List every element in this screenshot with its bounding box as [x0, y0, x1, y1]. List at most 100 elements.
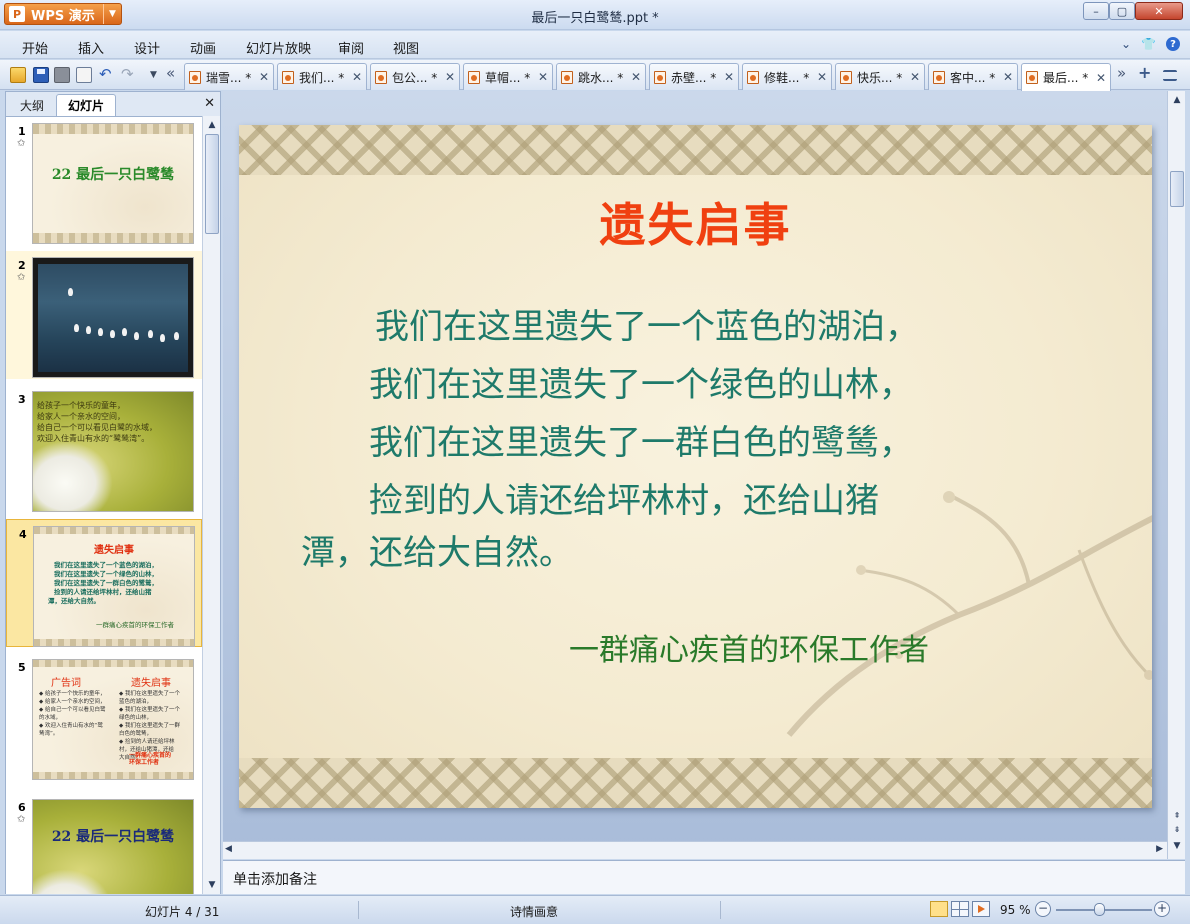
doc-tab-9[interactable]: 客中... * ✕	[928, 63, 1018, 90]
tab-close-icon[interactable]: ✕	[817, 70, 827, 84]
slide-canvas[interactable]: 遗失启事 我们在这里遗失了一个蓝色的湖泊， 我们在这里遗失了一个绿色的山林， 我…	[239, 125, 1152, 808]
slide-panel: 大纲 幻灯片 ✕ 1 ✩ 22 最后一只白鹭鸶 2 ✩ 3 给孩子一个快乐的童年…	[5, 91, 221, 894]
close-button[interactable]: ✕	[1135, 2, 1183, 20]
doc-tab-10-active[interactable]: 最后... * ✕	[1021, 63, 1111, 91]
slide-thumbnail-3[interactable]: 3 给孩子一个快乐的童年， 给家人一个亲水的空间， 给自己一个可以看见白鹭的水域…	[6, 385, 202, 513]
panel-close-icon[interactable]: ✕	[204, 96, 215, 111]
notes-pane[interactable]: 单击添加备注	[223, 860, 1185, 894]
scrollbar-thumb[interactable]	[1170, 171, 1184, 207]
save-icon[interactable]	[33, 67, 49, 83]
print-icon[interactable]	[54, 67, 70, 83]
slide-panel-scrollbar[interactable]: ▲ ▼	[202, 116, 220, 894]
minimize-button[interactable]: –	[1083, 2, 1109, 20]
thumb-right-title: 遗失启事	[131, 678, 171, 689]
tab-close-icon[interactable]: ✕	[259, 70, 269, 84]
zoom-in-button[interactable]: +	[1154, 901, 1170, 917]
slide-number: 2	[18, 259, 26, 272]
scroll-up-icon[interactable]: ▲	[1170, 93, 1184, 107]
menu-insert[interactable]: 插入	[78, 38, 104, 57]
theme-name: 诗情画意	[510, 905, 559, 919]
status-divider	[358, 901, 359, 919]
slide-body-line-4[interactable]: 捡到的人请还给坪林村，还给山猪	[369, 473, 879, 522]
slide-body-line-3[interactable]: 我们在这里遗失了一群白色的鹭鸶，	[369, 415, 913, 464]
slide-heading[interactable]: 遗失启事	[239, 189, 1152, 255]
panel-tab-slides[interactable]: 幻灯片	[56, 94, 116, 116]
tab-close-icon[interactable]: ✕	[538, 70, 548, 84]
egret-photo	[33, 869, 113, 894]
menu-design[interactable]: 设计	[134, 38, 160, 57]
tabs-scroll-left-icon[interactable]: «	[166, 64, 182, 82]
menu-view[interactable]: 视图	[393, 38, 419, 57]
scroll-down-icon[interactable]: ▼	[1170, 841, 1184, 855]
tab-close-icon[interactable]: ✕	[910, 70, 920, 84]
help-icon[interactable]: ?	[1166, 37, 1180, 51]
thumb-left-column: ◆ 给孩子一个快乐的童年， ◆ 给家人一个亲水的空间， ◆ 给自己一个可以看见白…	[39, 691, 106, 737]
menu-right-tools: ⌄ 👕 ?	[1121, 37, 1180, 51]
scroll-right-icon[interactable]: ▶	[1156, 844, 1163, 854]
ppt-file-icon	[654, 70, 666, 84]
new-tab-icon[interactable]: +	[1138, 63, 1154, 82]
print-preview-icon[interactable]	[76, 67, 92, 83]
doc-tab-8[interactable]: 快乐... * ✕	[835, 63, 925, 90]
tab-close-icon[interactable]: ✕	[1096, 71, 1106, 85]
doc-tab-3[interactable]: 包公... * ✕	[370, 63, 460, 90]
normal-view-icon[interactable]	[930, 901, 948, 917]
slide-body-line-5[interactable]: 潭，还给大自然。	[301, 525, 573, 574]
doc-tab-6[interactable]: 赤壁... * ✕	[649, 63, 739, 90]
slide-thumbnail-4-selected[interactable]: 4 遗失启事 我们在这里遗失了一个蓝色的湖泊， 我们在这里遗失了一个绿色的山林，…	[6, 519, 202, 647]
slide-thumbnail-2[interactable]: 2 ✩	[6, 251, 202, 379]
scroll-up-icon[interactable]: ▲	[205, 118, 219, 132]
redo-icon[interactable]: ↷	[121, 65, 137, 83]
doc-tab-1[interactable]: 瑞雪... * ✕	[184, 63, 274, 90]
slide-thumbnail-5[interactable]: 5 广告词 遗失启事 ◆ 给孩子一个快乐的童年， ◆ 给家人一个亲水的空间， ◆…	[6, 653, 202, 781]
scrollbar-thumb[interactable]	[205, 134, 219, 234]
tab-close-icon[interactable]: ✕	[631, 70, 641, 84]
tab-close-icon[interactable]: ✕	[445, 70, 455, 84]
slide-sorter-view-icon[interactable]	[951, 901, 969, 917]
menu-bar: 开始 插入 设计 动画 幻灯片放映 审阅 视图 ⌄ 👕 ?	[0, 31, 1190, 59]
doc-tab-2[interactable]: 我们... * ✕	[277, 63, 367, 90]
previous-slide-icon[interactable]: ⇞	[1170, 811, 1184, 823]
slide-signature[interactable]: 一群痛心疾首的环保工作者	[569, 625, 929, 669]
tab-close-icon[interactable]: ✕	[724, 70, 734, 84]
zoom-out-button[interactable]: −	[1035, 901, 1051, 917]
thumb-title: 遗失启事	[94, 545, 134, 556]
undo-icon[interactable]: ↶	[99, 65, 115, 83]
tab-list-icon[interactable]	[1163, 70, 1177, 81]
slide-body-line-1[interactable]: 我们在这里遗失了一个蓝色的湖泊，	[375, 299, 919, 348]
vertical-scrollbar[interactable]: ▲ ⇞ ⇟ ▼	[1167, 91, 1185, 859]
skin-icon[interactable]: 👕	[1141, 37, 1156, 51]
menu-review[interactable]: 审阅	[338, 38, 364, 57]
thumb-border-band	[34, 527, 194, 534]
notes-placeholder[interactable]: 单击添加备注	[233, 869, 317, 889]
ppt-file-icon	[282, 70, 294, 84]
slide-thumbnail-6[interactable]: 6 ✩ 22 最后一只白鹭鸶	[6, 793, 202, 894]
ppt-file-icon	[189, 70, 201, 84]
tab-close-icon[interactable]: ✕	[1003, 70, 1013, 84]
tabs-scroll-right-icon[interactable]: »	[1117, 64, 1133, 82]
slide-number: 4	[19, 528, 27, 541]
thumb-text-lines: 我们在这里遗失了一个蓝色的湖泊， 我们在这里遗失了一个绿色的山林， 我们在这里遗…	[48, 561, 158, 605]
menu-animation[interactable]: 动画	[190, 38, 216, 57]
thumb-title: 22 最后一只白鹭鸶	[51, 829, 175, 845]
open-folder-icon[interactable]	[10, 67, 26, 83]
menu-home[interactable]: 开始	[22, 38, 48, 57]
horizontal-scrollbar[interactable]: ◀ ▶	[223, 841, 1167, 859]
zoom-slider-thumb[interactable]	[1094, 903, 1106, 916]
panel-tab-outline[interactable]: 大纲	[10, 94, 54, 116]
maximize-button[interactable]: ▢	[1109, 2, 1135, 20]
next-slide-icon[interactable]: ⇟	[1170, 825, 1184, 837]
ribbon-collapse-icon[interactable]: ⌄	[1121, 37, 1131, 51]
slide-thumbnail-1[interactable]: 1 ✩ 22 最后一只白鹭鸶	[6, 117, 202, 245]
slideshow-view-icon[interactable]	[972, 901, 990, 917]
slide-body-line-2[interactable]: 我们在这里遗失了一个绿色的山林，	[369, 357, 913, 406]
menu-slideshow[interactable]: 幻灯片放映	[246, 38, 311, 57]
scroll-left-icon[interactable]: ◀	[225, 844, 232, 854]
egret-lake-photo	[38, 264, 188, 372]
customize-toolbar-icon[interactable]: ▼	[150, 70, 166, 86]
tab-close-icon[interactable]: ✕	[352, 70, 362, 84]
scroll-down-icon[interactable]: ▼	[205, 878, 219, 892]
doc-tab-5[interactable]: 跳水... * ✕	[556, 63, 646, 90]
doc-tab-4[interactable]: 草帽... * ✕	[463, 63, 553, 90]
doc-tab-7[interactable]: 修鞋... * ✕	[742, 63, 832, 90]
